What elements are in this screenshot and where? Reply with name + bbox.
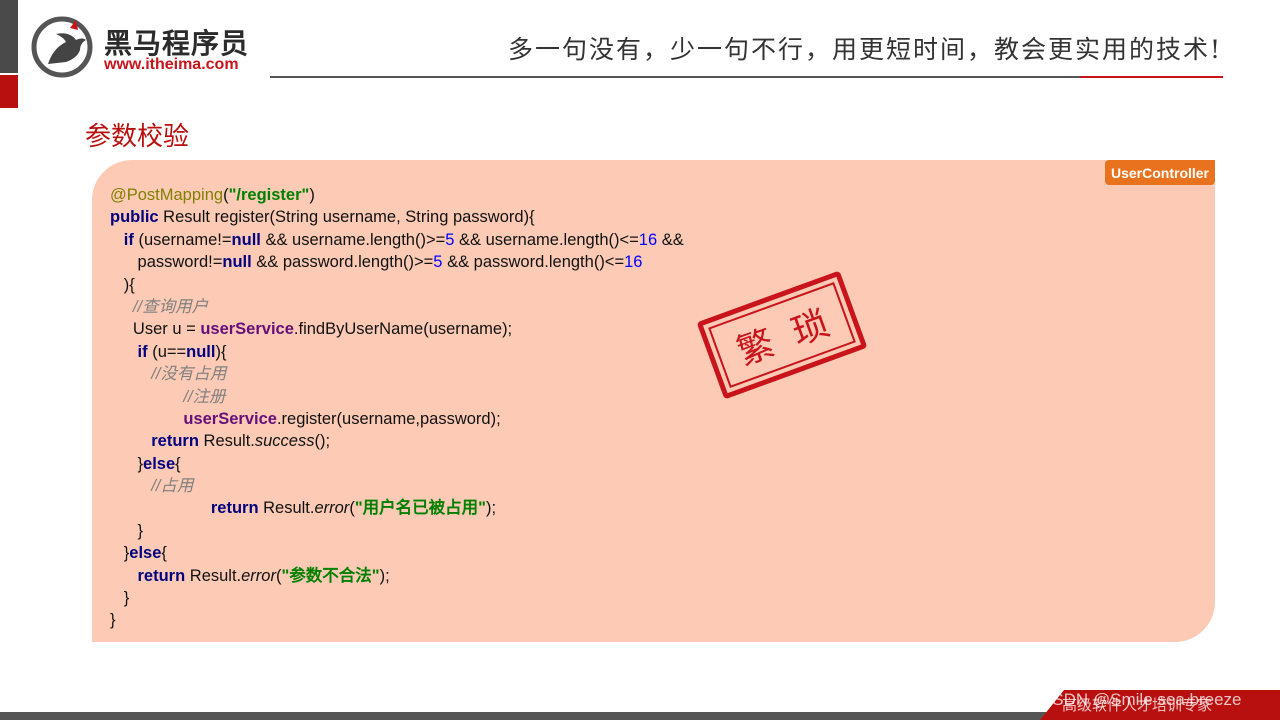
code-line: public Result register(String username, … [110, 206, 684, 228]
code-line: password!=null && password.length()>=5 &… [110, 251, 684, 273]
code-method: error [241, 566, 276, 585]
code-block: @PostMapping("/register") public Result … [110, 184, 684, 632]
code-line: //查询用户 [110, 296, 684, 318]
code-keyword: return [151, 432, 199, 451]
code-text: && password.length()>= [251, 253, 434, 272]
section-title: 参数校验 [85, 121, 190, 151]
code-line: return Result.error("用户名已被占用"); [110, 497, 684, 519]
code-text: Result register(String username, String … [158, 208, 535, 227]
code-comment: //占用 [151, 477, 194, 496]
code-text: ); [485, 499, 497, 518]
code-text: { [161, 544, 167, 563]
code-keyword: return [137, 566, 186, 585]
code-text: } [110, 611, 116, 630]
code-keyword: null [222, 253, 252, 272]
code-text: { [175, 454, 181, 473]
slogan: 多一句没有，少一句不行，用更短时间，教会更实用的技术! [507, 35, 1222, 64]
code-text: .register(username,password); [276, 409, 501, 428]
code-number: 16 [624, 253, 643, 272]
code-text: Result. [185, 566, 242, 585]
code-text: (username!= [133, 230, 232, 249]
code-line: ){ [110, 274, 684, 296]
code-keyword: return [210, 499, 259, 518]
code-comment: //注册 [183, 387, 226, 406]
horse-logo-icon [31, 16, 93, 78]
code-text: ); [379, 566, 390, 585]
code-method: success [254, 432, 315, 451]
code-text: Result. [258, 499, 315, 518]
code-keyword: else [143, 454, 176, 473]
left-edge-red-bar [0, 75, 18, 108]
header-divider-accent [1080, 76, 1223, 78]
code-line: if (u==null){ [110, 341, 684, 363]
code-line: User u = userService.findByUserName(user… [110, 318, 684, 340]
code-line: //注册 [110, 386, 684, 408]
code-text: } [123, 589, 130, 608]
code-text: User u = [132, 320, 201, 339]
code-line: return Result.success(); [110, 430, 684, 452]
code-line: //没有占用 [110, 363, 684, 385]
code-line: } [110, 520, 684, 542]
code-text: ){ [215, 342, 227, 361]
code-line: if (username!=null && username.length()>… [110, 229, 684, 251]
code-line: }else{ [110, 453, 684, 475]
code-line: @PostMapping("/register") [110, 186, 315, 204]
code-text: Result. [198, 432, 255, 451]
code-comment: //没有占用 [151, 365, 227, 384]
code-text: (); [314, 432, 331, 451]
class-tag: UserController [1105, 160, 1215, 185]
code-line: //占用 [110, 475, 684, 497]
code-text: && password.length()<= [442, 253, 625, 272]
code-text: (u== [147, 342, 187, 361]
logo-url-text: www.itheima.com [104, 56, 239, 73]
code-field: userService [183, 409, 277, 428]
code-text: .findByUserName(username); [293, 320, 513, 339]
code-number: 16 [638, 230, 658, 249]
code-text: && username.length()<= [454, 230, 639, 249]
code-keyword: public [110, 208, 159, 227]
code-keyword: if [123, 230, 134, 249]
code-keyword: if [137, 342, 148, 361]
code-keyword: null [186, 342, 216, 361]
code-string: "/register" [228, 186, 310, 204]
code-text: && username.length()>= [260, 230, 446, 249]
code-comment: //查询用户 [132, 297, 209, 316]
code-text: && [657, 230, 684, 249]
code-line: userService.register(username,password); [110, 408, 684, 430]
code-method: error [314, 499, 350, 518]
code-string: "参数不合法" [281, 566, 380, 585]
code-text: ){ [123, 275, 135, 294]
code-line: } [110, 587, 684, 609]
watermark: CSDN @Smile sea breeze [1040, 690, 1242, 709]
code-field: userService [200, 320, 294, 339]
left-edge-dark-bar [0, 0, 18, 73]
code-keyword: null [231, 230, 261, 249]
code-annotation: @PostMapping [110, 186, 224, 204]
code-text: } [137, 521, 144, 540]
code-text: password!= [137, 253, 223, 272]
logo: 黑马程序员 www.itheima.com [30, 14, 260, 78]
code-line: }else{ [110, 542, 684, 564]
code-string: "用户名已被占用" [354, 499, 486, 518]
code-line: return Result.error("参数不合法"); [110, 565, 684, 587]
code-keyword: else [129, 544, 162, 563]
code-line: } [110, 609, 684, 631]
